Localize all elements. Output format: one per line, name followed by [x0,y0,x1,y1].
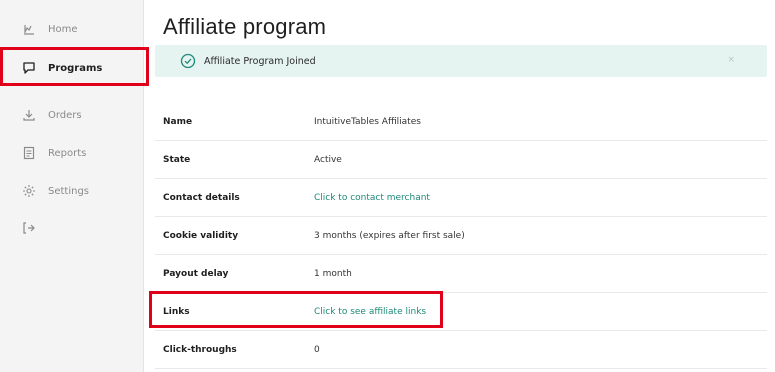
detail-label: Name [163,116,193,127]
contact-merchant-link[interactable]: Click to contact merchant [314,193,430,203]
detail-row-clickthroughs: Click-throughs 0 [155,331,767,369]
sidebar-item-label: Settings [48,185,90,197]
success-alert: Affiliate Program Joined × [155,45,767,77]
sidebar-item-label: Reports [48,147,87,159]
check-circle-icon [180,53,196,69]
gear-icon [22,184,36,198]
main-content: Affiliate program Affiliate Program Join… [155,0,767,372]
sidebar-item-label: Orders [48,109,82,121]
sidebar-item-orders[interactable]: Orders [22,105,82,125]
sidebar-item-label: Home [48,23,78,35]
download-icon [22,108,36,122]
detail-label: Click-throughs [163,344,237,355]
detail-value: 1 month [314,268,352,279]
affiliate-links-link[interactable]: Click to see affiliate links [314,307,426,317]
chart-icon [22,22,36,36]
sidebar-item-home[interactable]: Home [22,19,78,39]
sidebar-item-programs[interactable]: Programs [22,58,102,78]
sidebar-item-settings[interactable]: Settings [22,181,89,201]
sidebar-item-logout[interactable] [22,218,48,238]
detail-label: State [163,154,191,165]
chat-icon [22,61,36,75]
detail-row-state: State Active [155,141,767,179]
page-title: Affiliate program [163,14,327,39]
detail-value: IntuitiveTables Affiliates [314,116,421,127]
detail-label: Contact details [163,192,240,203]
detail-row-cookie: Cookie validity 3 months (expires after … [155,217,767,255]
detail-value: 0 [314,344,320,355]
detail-value: Active [314,154,342,165]
sidebar-item-reports[interactable]: Reports [22,143,86,163]
alert-message: Affiliate Program Joined [204,55,316,67]
detail-label: Payout delay [163,268,229,279]
detail-row-payout: Payout delay 1 month [155,255,767,293]
detail-row-name: Name IntuitiveTables Affiliates [155,103,767,141]
detail-label: Cookie validity [163,230,239,241]
detail-value: 3 months (expires after first sale) [314,230,465,241]
sidebar: Home Programs Orders Reports Settings [0,0,144,372]
detail-row-links: Links Click to see affiliate links [155,293,767,331]
detail-row-contact: Contact details Click to contact merchan… [155,179,767,217]
sidebar-item-label: Programs [48,62,103,74]
logout-icon [22,221,36,235]
detail-label: Links [163,306,190,317]
document-icon [22,146,36,160]
close-icon[interactable]: × [727,55,735,65]
